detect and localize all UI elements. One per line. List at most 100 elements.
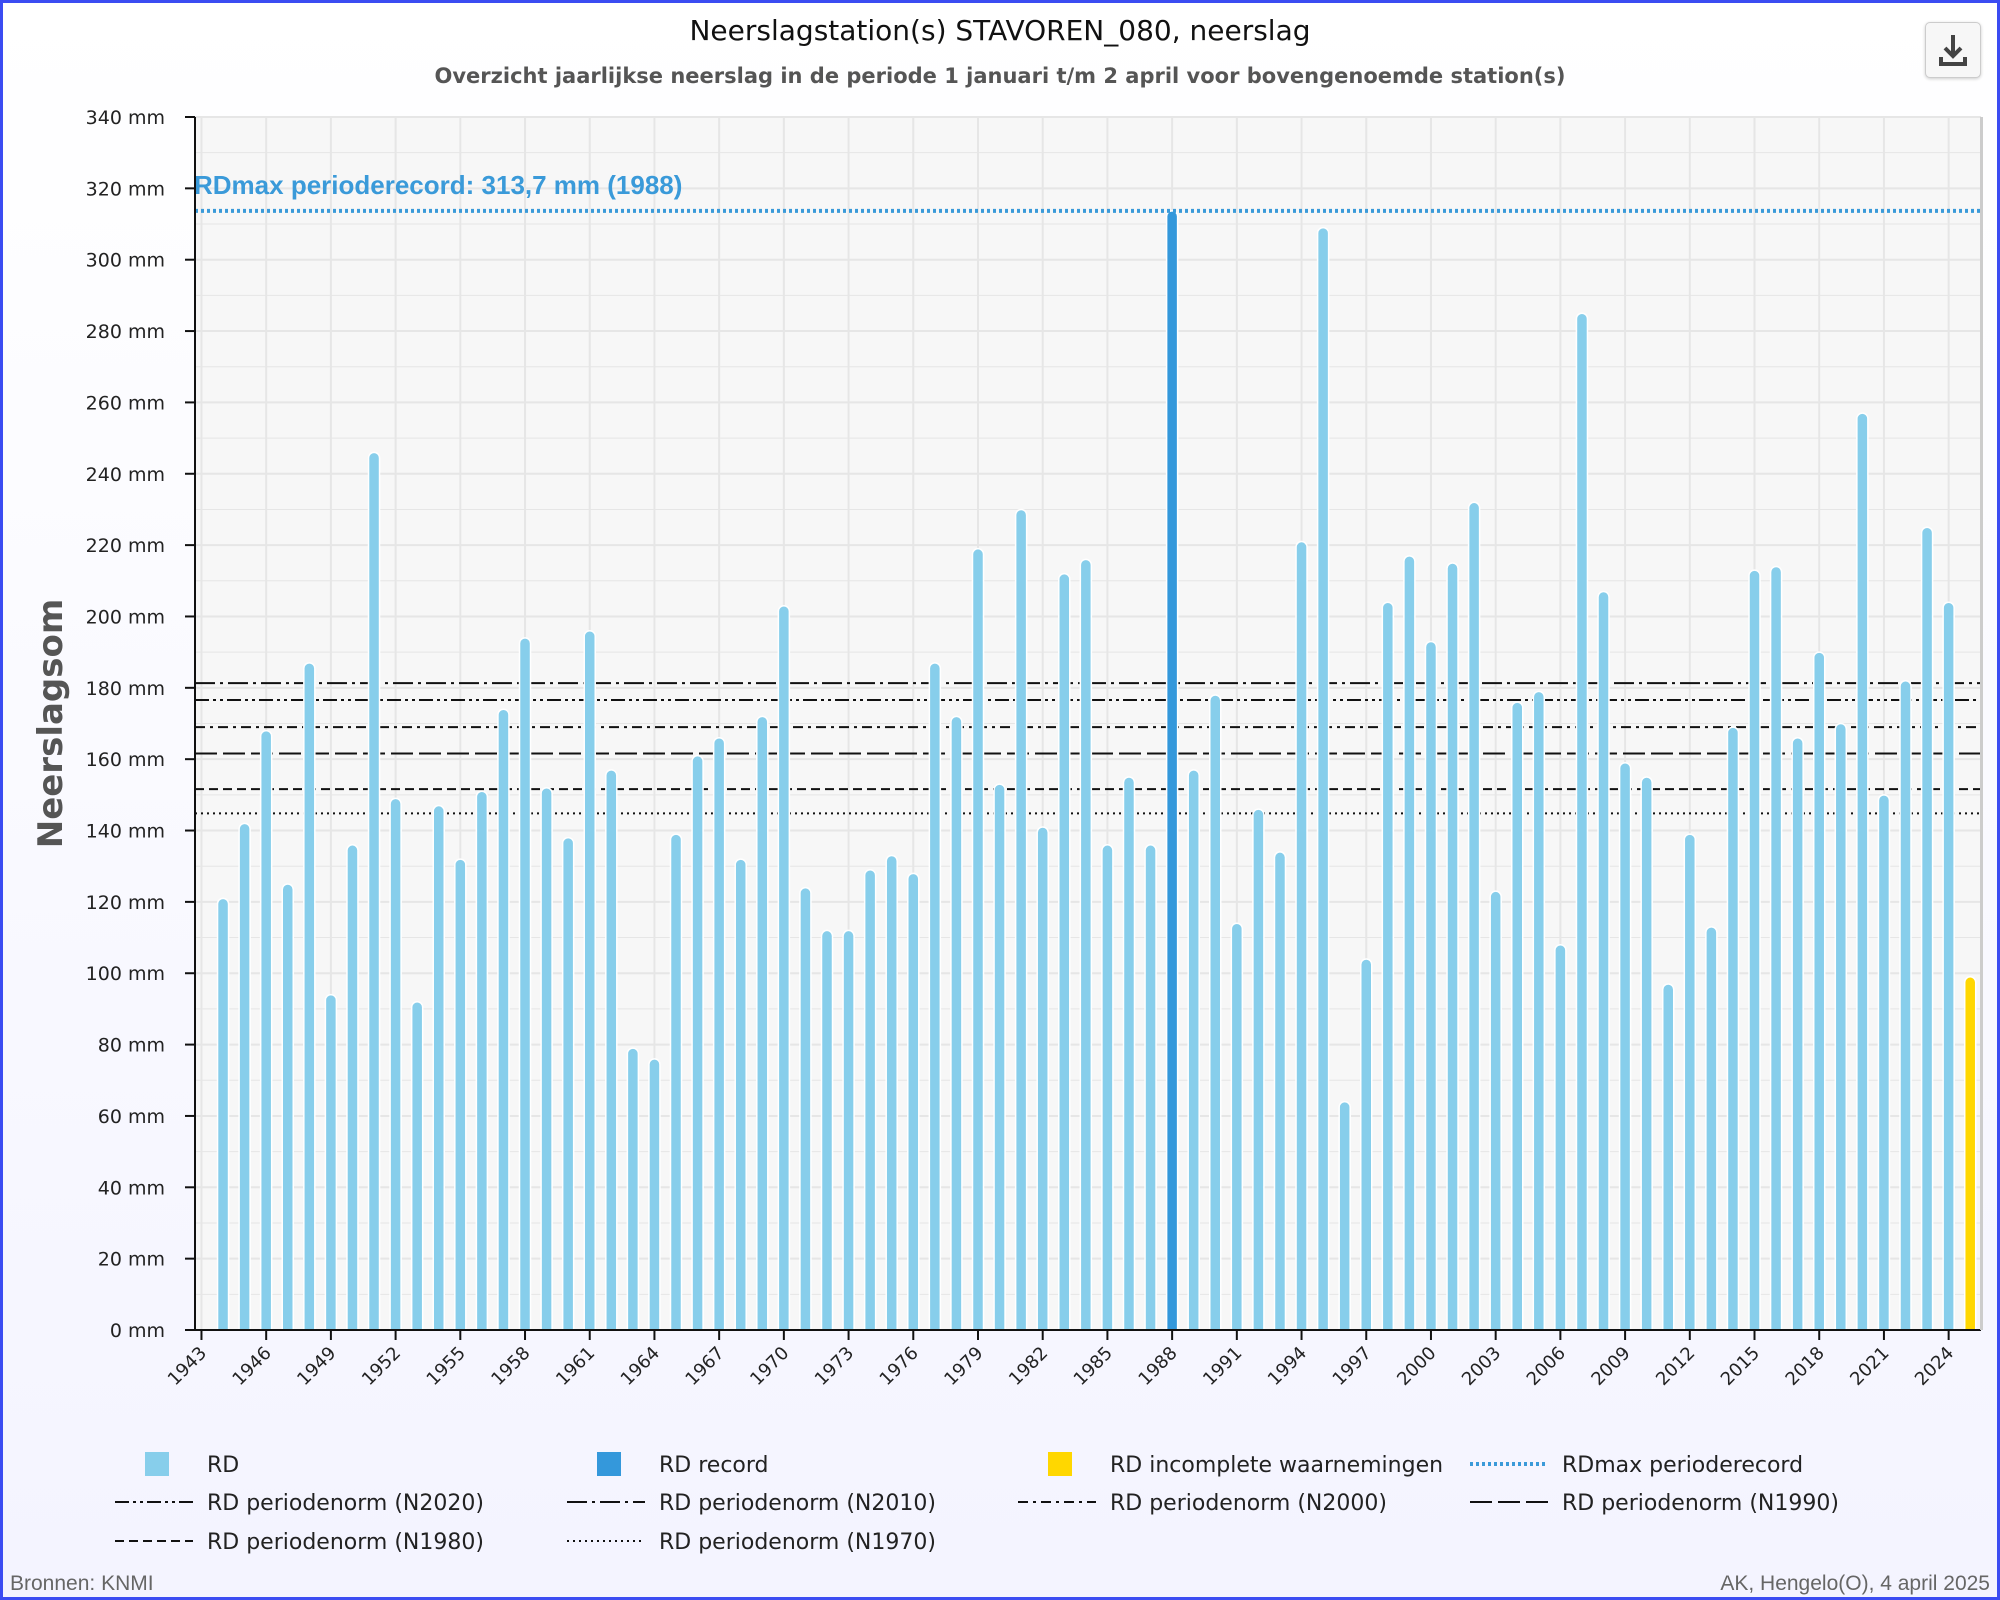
y-tick-label: 220 mm [86,535,165,557]
bar-2000 [1424,640,1438,1331]
bar-1972 [820,929,834,1331]
legend-swatch [597,1452,621,1476]
bar-1961 [583,630,596,1331]
bar-2010 [1640,776,1653,1331]
x-tick-label: 1985 [1070,1343,1117,1390]
bar-1947 [281,883,295,1331]
bar-2014 [1726,726,1740,1331]
bar-1967 [712,737,726,1331]
x-tick-label: 1958 [487,1343,534,1390]
bar-1966 [691,754,704,1331]
bar-1995 [1316,226,1330,1331]
x-tick-label: 1961 [552,1343,599,1390]
bar-1976 [907,872,920,1331]
bar-1991 [1230,922,1244,1331]
bar-1970 [777,605,791,1331]
bar-1949 [324,993,338,1331]
bar-2006 [1554,944,1567,1331]
bar-2019 [1834,722,1848,1331]
bar-1974 [863,869,877,1331]
y-tick-label: 340 mm [86,107,165,129]
y-axis-label: Neerslagsom [31,599,71,849]
bar-1953 [410,1001,424,1331]
bar-2018 [1812,651,1826,1331]
bar-1999 [1403,555,1416,1331]
footer-source: Bronnen: KNMI [10,1572,154,1595]
bar-1994 [1295,540,1308,1331]
x-tick-label: 2021 [1846,1343,1893,1390]
legend-item: RD incomplete waarnemingen [1110,1453,1443,1478]
legend-item: RD periodenorm (N2020) [207,1491,484,1516]
bar-1957 [497,708,510,1331]
bar-1946 [259,729,273,1331]
x-tick-label: 1943 [164,1343,211,1390]
y-tick-label: 60 mm [98,1106,165,1128]
y-tick-label: 100 mm [86,963,165,985]
x-tick-label: 1976 [876,1343,923,1390]
bar-1989 [1187,769,1200,1331]
y-tick-label: 240 mm [86,464,165,486]
bar-1952 [389,797,402,1331]
bar-1965 [669,833,683,1331]
bar-2013 [1705,926,1718,1331]
legend-item: RDmax perioderecord [1562,1453,1803,1478]
bar-1980 [993,783,1006,1331]
x-tick-label: 2012 [1652,1343,1699,1390]
bar-1987 [1144,844,1157,1331]
bar-2022 [1899,680,1912,1331]
bar-1997 [1360,958,1373,1331]
bar-1960 [561,836,575,1331]
bar-2017 [1791,737,1804,1331]
y-tick-label: 80 mm [98,1035,165,1057]
legend-item: RD periodenorm (N2010) [659,1491,936,1516]
bar-1964 [648,1058,661,1331]
plot-edge [1980,117,1983,1330]
bar-2007 [1575,312,1589,1331]
bar-1973 [842,929,855,1331]
bar-1956 [475,790,489,1331]
bar-1982 [1036,826,1049,1331]
bar-chart: RDmax perioderecord: 313,7 mm (1988) 0 mm… [31,107,1983,1555]
bar-2016 [1769,565,1783,1331]
bar-2011 [1661,983,1675,1331]
legend-item: RD periodenorm (N1980) [207,1530,484,1555]
bar-1945 [238,822,251,1331]
bar-2020 [1856,412,1869,1331]
bar-2001 [1446,562,1459,1331]
bar-2021 [1877,794,1891,1331]
bar-1962 [605,769,618,1331]
bar-2008 [1597,590,1610,1331]
bar-1954 [432,804,445,1331]
bar-1969 [756,715,769,1331]
bar-1950 [346,844,359,1331]
bar-2023 [1920,526,1934,1331]
x-tick-label: 1964 [617,1343,664,1390]
x-tick-label: 1997 [1329,1343,1376,1390]
y-tick-label: 160 mm [86,749,165,771]
bar-1984 [1079,558,1093,1331]
x-tick-label: 1955 [423,1343,470,1390]
x-tick-label: 1982 [1005,1343,1052,1390]
bar-1955 [454,858,467,1331]
record-label: RDmax perioderecord: 313,7 mm (1988) [194,170,682,200]
x-tick-label: 2024 [1911,1343,1958,1390]
y-tick-label: 20 mm [98,1249,165,1271]
x-tick-label: 2003 [1458,1343,1505,1390]
bar-2002 [1467,501,1481,1331]
bar-1993 [1273,851,1287,1331]
bar-1983 [1058,572,1071,1331]
y-tick-label: 260 mm [86,392,165,414]
footer-credit: AK, Hengelo(O), 4 april 2025 [1720,1572,1990,1595]
bar-1963 [626,1047,640,1331]
bar-2009 [1618,762,1632,1331]
bar-1979 [971,548,985,1331]
bar-1958 [518,637,532,1331]
bar-1981 [1014,508,1028,1331]
y-tick-label: 0 mm [110,1320,165,1342]
x-tick-label: 2006 [1523,1343,1570,1390]
bar-1988 [1165,210,1179,1331]
bar-2005 [1532,690,1546,1331]
y-tick-label: 140 mm [86,821,165,843]
bar-1978 [950,715,963,1331]
x-tick-label: 2000 [1393,1343,1440,1390]
